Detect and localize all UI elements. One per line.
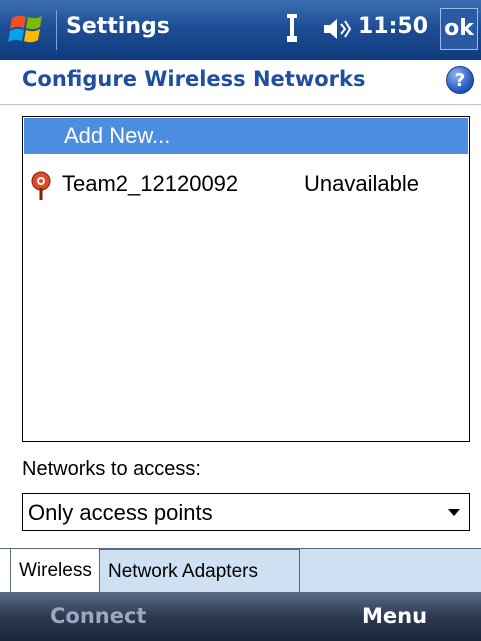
networks-to-access-label: Networks to access: [22,458,201,480]
page-header: Configure Wireless Networks ? [0,60,481,105]
tab-strip-fill [300,549,481,592]
list-item-network[interactable]: Team2_12120092 Unavailable [24,167,468,203]
tab-network-adapters[interactable]: Network Adapters [100,549,300,592]
access-point-icon [31,171,51,200]
menu-softkey[interactable]: Menu [362,604,427,628]
title-separator [56,10,57,50]
page-title: Configure Wireless Networks [22,67,366,91]
network-name: Team2_12120092 [62,171,239,196]
dropdown-selected-value: Only access points [28,500,213,525]
add-new-label: Add New... [64,123,171,148]
app-title: Settings [66,14,170,39]
list-item-add-new[interactable]: Add New... [24,118,468,154]
tab-wireless[interactable]: Wireless [10,549,100,592]
volume-icon[interactable] [322,16,352,42]
windows-start-icon[interactable] [6,8,50,52]
tab-wireless-label: Wireless [19,560,92,581]
clock[interactable]: 11:50 [358,14,428,39]
softkey-bar: Connect Menu [0,592,481,641]
ok-button[interactable]: ok [440,8,478,50]
signal-icon[interactable] [285,12,299,46]
tab-strip: Wireless Network Adapters [0,548,481,592]
help-icon[interactable]: ? [446,66,474,94]
connect-softkey[interactable]: Connect [50,604,146,628]
title-bar: Settings 11:50 ok [0,0,481,60]
networks-to-access-dropdown[interactable]: Only access points [22,493,470,531]
tab-network-adapters-label: Network Adapters [108,561,258,582]
chevron-down-icon[interactable] [448,509,460,516]
network-status: Unavailable [304,171,419,196]
wireless-network-list[interactable]: Add New... Team2_12120092 Unavailable [22,116,470,442]
